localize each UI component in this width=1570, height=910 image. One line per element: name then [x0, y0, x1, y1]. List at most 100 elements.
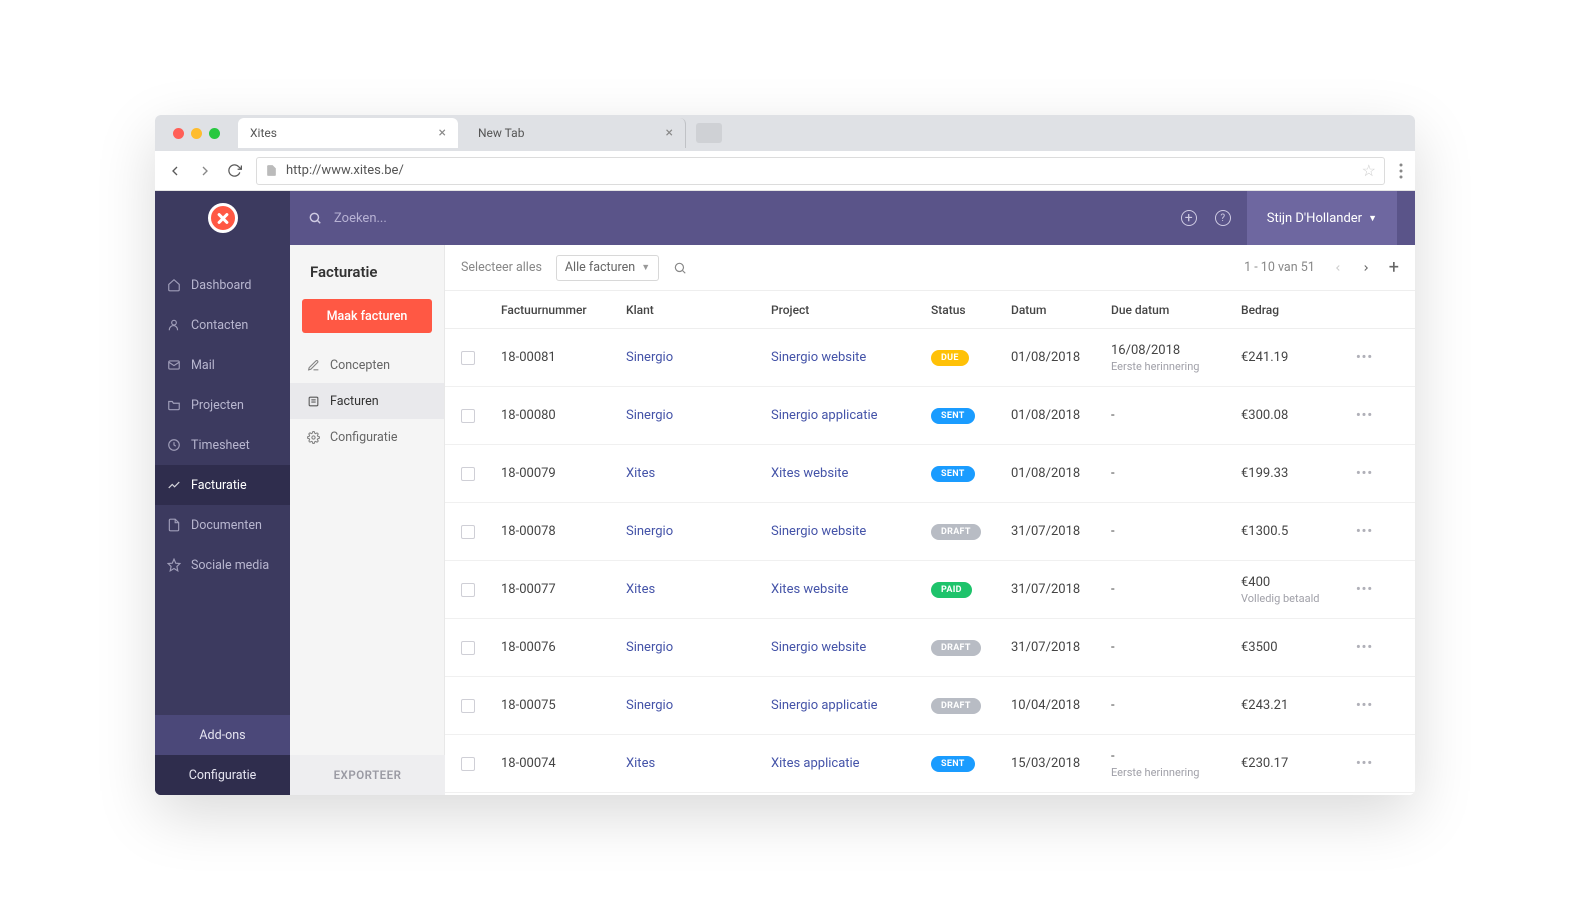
help-icon[interactable]: ? [1215, 210, 1231, 226]
window-close-button[interactable] [173, 128, 184, 139]
new-tab-button[interactable] [696, 123, 722, 143]
sidebar-item-documenten[interactable]: Documenten [155, 505, 290, 545]
browser-reload-button[interactable] [227, 163, 242, 178]
status-badge: PAID [931, 582, 972, 598]
cell-project-link[interactable]: Sinergio website [771, 640, 866, 655]
row-checkbox[interactable] [461, 467, 475, 481]
sidebar-item-contacten[interactable]: Contacten [155, 305, 290, 345]
cell-project-link[interactable]: Xites website [771, 466, 848, 481]
cell-client-link[interactable]: Xites [626, 756, 655, 771]
subpanel-item-concepten[interactable]: Concepten [290, 347, 444, 383]
tab-title: New Tab [478, 126, 524, 140]
amount-note: Volledig betaald [1241, 592, 1356, 605]
cell-project-link[interactable]: Sinergio website [771, 524, 866, 539]
cell-client-link[interactable]: Sinergio [626, 350, 673, 365]
search-input[interactable] [334, 211, 634, 226]
cell-client-link[interactable]: Sinergio [626, 698, 673, 713]
cell-number: 18-00081 [501, 350, 626, 365]
subpanel-item-facturen[interactable]: Facturen [290, 383, 444, 419]
cell-client-link[interactable]: Sinergio [626, 408, 673, 423]
cell-amount: €241.19 [1241, 350, 1356, 365]
bookmark-star-icon[interactable]: ☆ [1362, 161, 1376, 180]
sidebar-item-sociale-media[interactable]: Sociale media [155, 545, 290, 585]
browser-forward-button[interactable] [197, 163, 213, 179]
cell-client-link[interactable]: Xites [626, 582, 655, 597]
row-actions-button[interactable]: ••• [1356, 408, 1373, 423]
th-date: Datum [1011, 303, 1111, 317]
row-actions-button[interactable]: ••• [1356, 466, 1373, 481]
select-all-link[interactable]: Selecteer alles [461, 260, 542, 275]
cell-date: 15/03/2018 [1011, 756, 1111, 771]
make-invoice-button[interactable]: Maak facturen [302, 299, 432, 333]
add-icon[interactable]: + [1181, 210, 1197, 226]
cell-project-link[interactable]: Xites website [771, 582, 848, 597]
tab-close-icon[interactable]: × [666, 125, 673, 141]
sidebar-addons-button[interactable]: Add-ons [155, 715, 290, 755]
row-checkbox[interactable] [461, 409, 475, 423]
table-search-button[interactable] [673, 261, 687, 275]
th-project: Project [771, 303, 931, 317]
subpanel-item-label: Facturen [330, 394, 379, 409]
row-actions-button[interactable]: ••• [1356, 698, 1373, 713]
sidebar-config-button[interactable]: Configuratie [155, 755, 290, 795]
sidebar-item-dashboard[interactable]: Dashboard [155, 265, 290, 305]
add-row-button[interactable]: + [1389, 257, 1399, 278]
pager-prev-button[interactable] [1333, 261, 1343, 275]
mail-icon [167, 358, 181, 372]
sidebar-item-label: Facturatie [191, 478, 247, 493]
filter-dropdown[interactable]: Alle facturen ▼ [556, 255, 659, 281]
browser-menu-button[interactable] [1399, 163, 1403, 179]
status-badge: DRAFT [931, 640, 981, 656]
subpanel-item-configuratie[interactable]: Configuratie [290, 419, 444, 455]
row-checkbox[interactable] [461, 351, 475, 365]
cell-project-link[interactable]: Sinergio applicatie [771, 408, 878, 423]
row-actions-button[interactable]: ••• [1356, 640, 1373, 655]
row-checkbox[interactable] [461, 757, 475, 771]
cell-client-link[interactable]: Xites [626, 466, 655, 481]
chart-icon [167, 478, 181, 492]
table-toolbar: Selecteer alles Alle facturen ▼ 1 - 10 v… [445, 245, 1415, 291]
window-maximize-button[interactable] [209, 128, 220, 139]
window-minimize-button[interactable] [191, 128, 202, 139]
export-button[interactable]: EXPORTEER [290, 755, 445, 795]
browser-back-button[interactable] [167, 163, 183, 179]
cell-due-date: - [1111, 582, 1241, 597]
status-badge: SENT [931, 756, 975, 772]
cell-due-date: - [1111, 524, 1241, 539]
cell-date: 01/08/2018 [1011, 466, 1111, 481]
pager-next-button[interactable] [1361, 261, 1371, 275]
sidebar-item-projecten[interactable]: Projecten [155, 385, 290, 425]
cell-project-link[interactable]: Sinergio applicatie [771, 698, 878, 713]
cell-client-link[interactable]: Sinergio [626, 640, 673, 655]
row-actions-button[interactable]: ••• [1356, 582, 1373, 597]
browser-tab-active[interactable]: Xites × [238, 118, 458, 148]
sidebar-item-facturatie[interactable]: Facturatie [155, 465, 290, 505]
browser-tab[interactable]: New Tab × [466, 118, 686, 148]
cell-project-link[interactable]: Sinergio website [771, 350, 866, 365]
sidebar-item-label: Contacten [191, 318, 248, 333]
doc-icon [167, 518, 181, 532]
due-note: Eerste herinnering [1111, 766, 1241, 779]
cell-project-link[interactable]: Xites applicatie [771, 756, 860, 771]
cell-amount: €243.21 [1241, 698, 1356, 713]
sidebar-item-mail[interactable]: Mail [155, 345, 290, 385]
user-menu[interactable]: Stijn D'Hollander ▼ [1247, 191, 1397, 245]
sidebar: Dashboard Contacten MailProjectenTimesheet… [155, 191, 290, 795]
star-icon [167, 558, 181, 572]
row-actions-button[interactable]: ••• [1356, 756, 1373, 771]
cell-number: 18-00076 [501, 640, 626, 655]
row-checkbox[interactable] [461, 641, 475, 655]
row-checkbox[interactable] [461, 525, 475, 539]
row-actions-button[interactable]: ••• [1356, 350, 1373, 365]
sidebar-item-timesheet[interactable]: Timesheet [155, 425, 290, 465]
row-checkbox[interactable] [461, 583, 475, 597]
logo[interactable] [155, 191, 290, 245]
row-checkbox[interactable] [461, 699, 475, 713]
tab-close-icon[interactable]: × [439, 125, 446, 141]
row-actions-button[interactable]: ••• [1356, 524, 1373, 539]
cell-number: 18-00079 [501, 466, 626, 481]
url-input-wrapper[interactable]: http://www.xites.be/ ☆ [256, 157, 1385, 185]
cell-client-link[interactable]: Sinergio [626, 524, 673, 539]
cell-due-date: 16/08/2018Eerste herinnering [1111, 343, 1241, 373]
status-badge: DRAFT [931, 698, 981, 714]
